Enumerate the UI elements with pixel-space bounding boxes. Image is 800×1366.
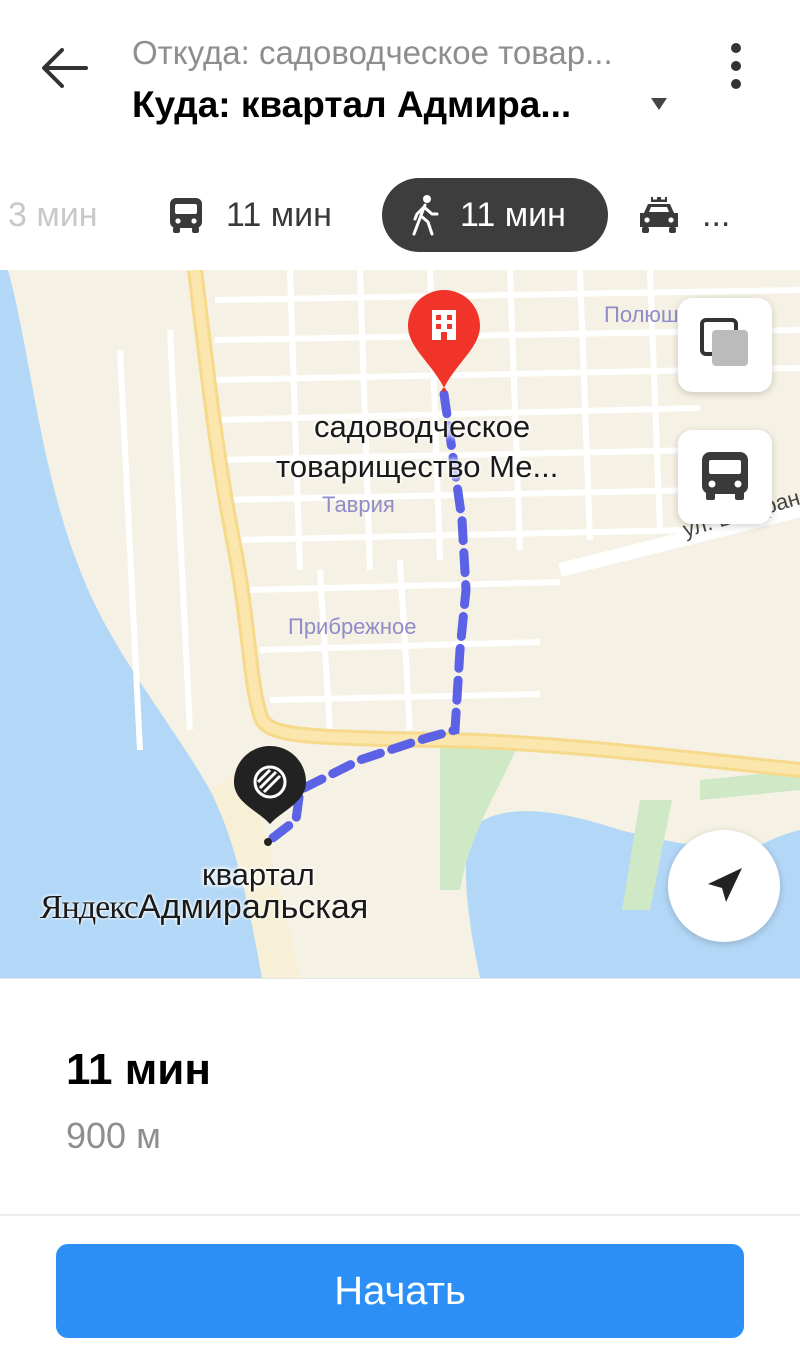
to-field[interactable]: Куда: квартал Адмира... — [132, 84, 632, 126]
mode-car[interactable]: 3 мин — [8, 178, 98, 252]
taxi-icon — [640, 197, 678, 233]
area-label-tavria: Таврия — [322, 492, 395, 517]
navigation-arrow-icon — [708, 868, 742, 902]
building-icon — [432, 310, 456, 340]
map-view[interactable]: садоводческое товарищество Ме... квартал… — [0, 270, 800, 978]
divider — [0, 1214, 800, 1216]
route-time: 11 мин — [66, 1045, 211, 1094]
route-summary: 11 мин 900 м — [0, 978, 800, 1215]
layers-icon — [700, 318, 748, 366]
mode-bus[interactable]: 11 мин — [166, 178, 332, 252]
mode-taxi[interactable]: ... — [636, 178, 730, 252]
area-label-pribrezhnoe: Прибрежное — [288, 614, 417, 639]
origin-label-line2: Адмиральская — [138, 888, 369, 926]
dropdown-caret-icon[interactable] — [650, 96, 668, 112]
mode-bus-label: 11 мин — [226, 195, 332, 234]
bus-icon — [170, 198, 202, 233]
destination-label-line1: садоводческое — [314, 409, 531, 444]
transit-layer-button[interactable] — [678, 430, 772, 524]
destination-label-line2: товарищество Ме... — [276, 449, 559, 484]
route-distance: 900 м — [66, 1115, 161, 1156]
route-header: Откуда: садоводческое товар... Куда: ква… — [0, 0, 800, 160]
destination-pin[interactable] — [406, 288, 482, 392]
yandex-logo-text: Яндекс — [40, 889, 139, 926]
from-field[interactable]: Откуда: садоводческое товар... — [132, 34, 692, 72]
locate-me-button[interactable] — [668, 830, 780, 942]
more-menu-icon[interactable] — [718, 40, 754, 92]
walk-icon — [412, 195, 439, 236]
mode-walk[interactable]: 11 мин — [382, 178, 608, 252]
yandex-logo: ЯндексАдмиральская — [40, 888, 368, 927]
transport-mode-tabs: 3 мин 11 мин 11 мин ... — [0, 170, 800, 264]
mode-walk-label: 11 мин — [460, 195, 566, 234]
layers-button[interactable] — [678, 298, 772, 392]
origin-pin[interactable] — [230, 744, 310, 848]
bus-icon — [702, 452, 748, 500]
start-button[interactable]: Начать — [56, 1244, 744, 1338]
mode-taxi-label: ... — [702, 195, 731, 234]
mode-car-label: 3 мин — [8, 195, 98, 234]
back-arrow-icon[interactable] — [34, 36, 98, 100]
